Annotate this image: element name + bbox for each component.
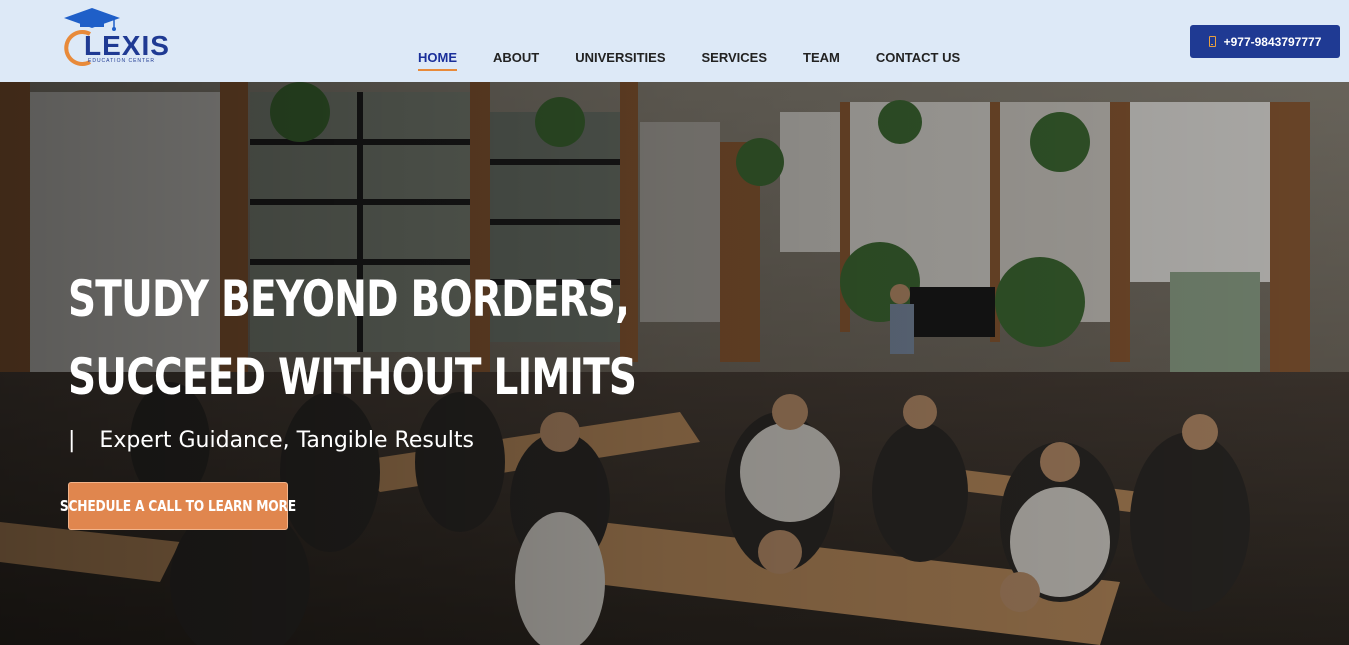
- logo-tagline: EDUCATION CENTER: [88, 58, 156, 64]
- nav-about[interactable]: ABOUT: [475, 50, 557, 65]
- logo[interactable]: LEXIS EDUCATION CENTER: [60, 4, 180, 68]
- main-nav: HOME ABOUT UNIVERSITIES SERVICES TEAM CO…: [418, 50, 978, 71]
- phone-button[interactable]: +977-9843797777: [1190, 25, 1340, 58]
- subtitle-divider: |: [68, 428, 76, 453]
- hero-title: Study Beyond Borders, Succeed Without Li…: [68, 260, 637, 416]
- nav-services[interactable]: SERVICES: [684, 50, 786, 65]
- nav-home[interactable]: HOME: [418, 50, 475, 71]
- hero-section: Study Beyond Borders, Succeed Without Li…: [0, 82, 1349, 645]
- schedule-call-button[interactable]: SCHEDULE A CALL TO LEARN MORE: [60, 482, 296, 530]
- phone-number: +977-9843797777: [1223, 34, 1322, 49]
- hero-title-line-2: Succeed Without Limits: [68, 348, 637, 406]
- nav-contact-us[interactable]: CONTACT US: [858, 50, 978, 65]
- nav-team[interactable]: TEAM: [785, 50, 858, 65]
- hero-subtitle: | Expert Guidance, Tangible Results: [68, 428, 474, 453]
- schedule-call-label: SCHEDULE A CALL TO LEARN MORE: [60, 497, 296, 515]
- phone-icon: [1208, 36, 1216, 47]
- hero-title-line-1: Study Beyond Borders,: [68, 270, 630, 328]
- nav-universities[interactable]: UNIVERSITIES: [557, 50, 683, 65]
- site-header: LEXIS EDUCATION CENTER HOME ABOUT UNIVER…: [0, 0, 1349, 82]
- hero-subtitle-text: Expert Guidance, Tangible Results: [99, 428, 474, 453]
